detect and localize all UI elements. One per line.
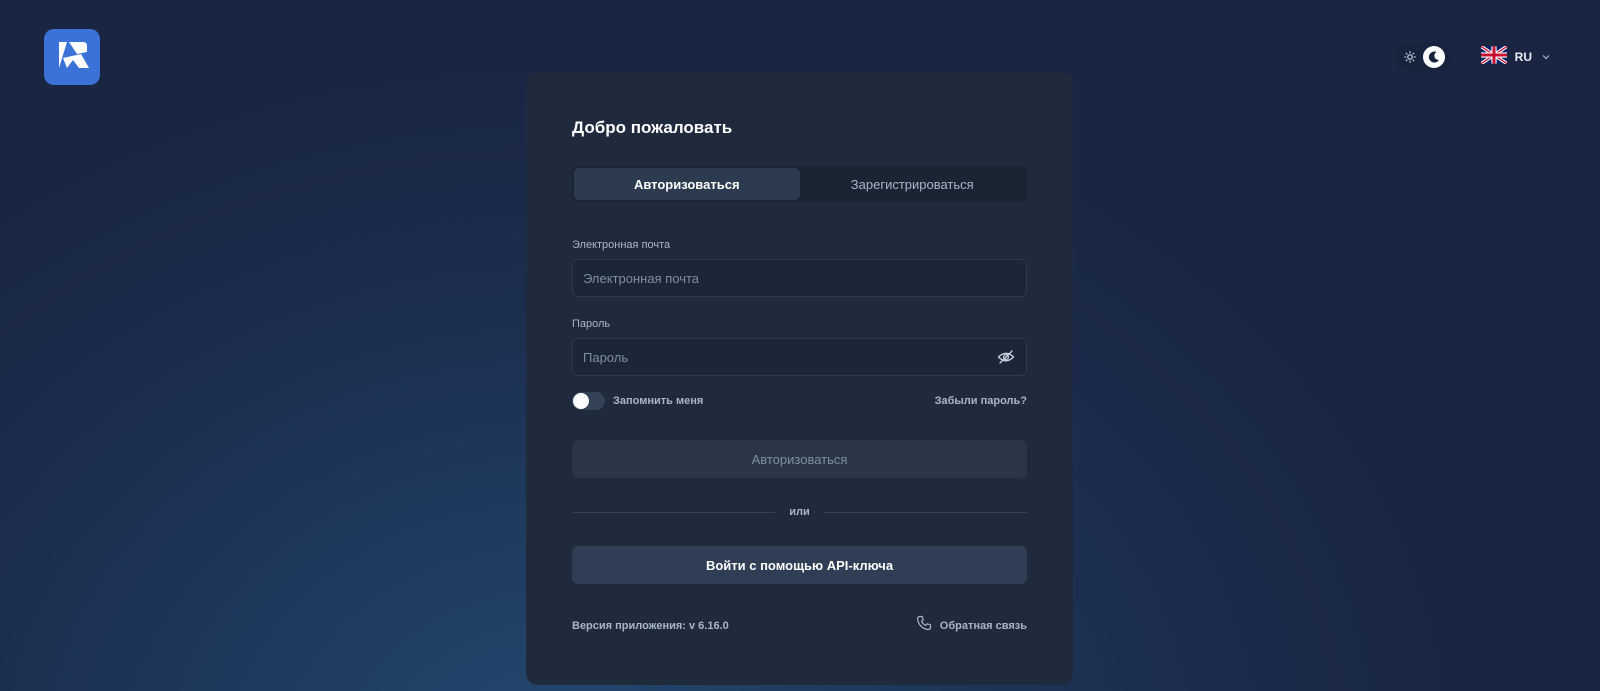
tab-register[interactable]: Зарегистрироваться: [800, 168, 1026, 200]
uk-flag-icon: [1479, 44, 1508, 69]
language-code: RU: [1514, 50, 1532, 64]
login-card: Добро пожаловать Авторизоваться Зарегист…: [526, 72, 1073, 685]
chevron-down-icon: [1540, 51, 1552, 63]
password-field[interactable]: [583, 349, 996, 365]
divider-text: или: [789, 506, 810, 518]
email-field[interactable]: [583, 270, 1016, 286]
divider-line-right: [823, 511, 1028, 513]
tab-login[interactable]: Авторизоваться: [574, 168, 800, 200]
remember-row: Запомнить меня Забыли пароль?: [572, 392, 1027, 410]
forgot-password-link[interactable]: Забыли пароль?: [935, 395, 1027, 407]
theme-toggle[interactable]: [1394, 43, 1451, 71]
password-field-wrapper: [572, 338, 1027, 376]
divider-line-left: [572, 511, 776, 513]
page-title: Добро пожаловать: [572, 118, 733, 137]
remember-me-label: Запомнить меня: [613, 395, 704, 407]
app-logo[interactable]: [44, 29, 100, 85]
remember-me-toggle[interactable]: [572, 392, 605, 410]
login-button[interactable]: Авторизоваться: [572, 440, 1027, 478]
app-version: Версия приложения: v 6.16.0: [572, 619, 729, 632]
sun-icon[interactable]: [1403, 50, 1417, 64]
eye-off-icon[interactable]: [996, 347, 1016, 367]
language-selector[interactable]: RU: [1479, 44, 1552, 69]
email-label: Электронная почта: [572, 239, 671, 251]
card-footer: Версия приложения: v 6.16.0 Обратная свя…: [572, 615, 1027, 636]
api-key-login-button[interactable]: Войти с помощью API-ключа: [572, 546, 1027, 584]
auth-tabs: Авторизоваться Зарегистрироваться: [572, 166, 1027, 202]
feedback-label: Обратная связь: [939, 619, 1027, 632]
phone-icon: [916, 615, 932, 636]
toggle-knob: [573, 393, 589, 409]
moon-icon[interactable]: [1422, 46, 1445, 68]
topbar-controls: RU: [1394, 43, 1552, 71]
password-label: Пароль: [572, 318, 611, 330]
or-divider: или: [572, 506, 1028, 518]
feedback-link[interactable]: Обратная связь: [916, 615, 1027, 636]
app-logo-icon: [53, 38, 91, 77]
email-field-wrapper: [572, 259, 1027, 297]
remember-me: Запомнить меня: [572, 392, 703, 410]
